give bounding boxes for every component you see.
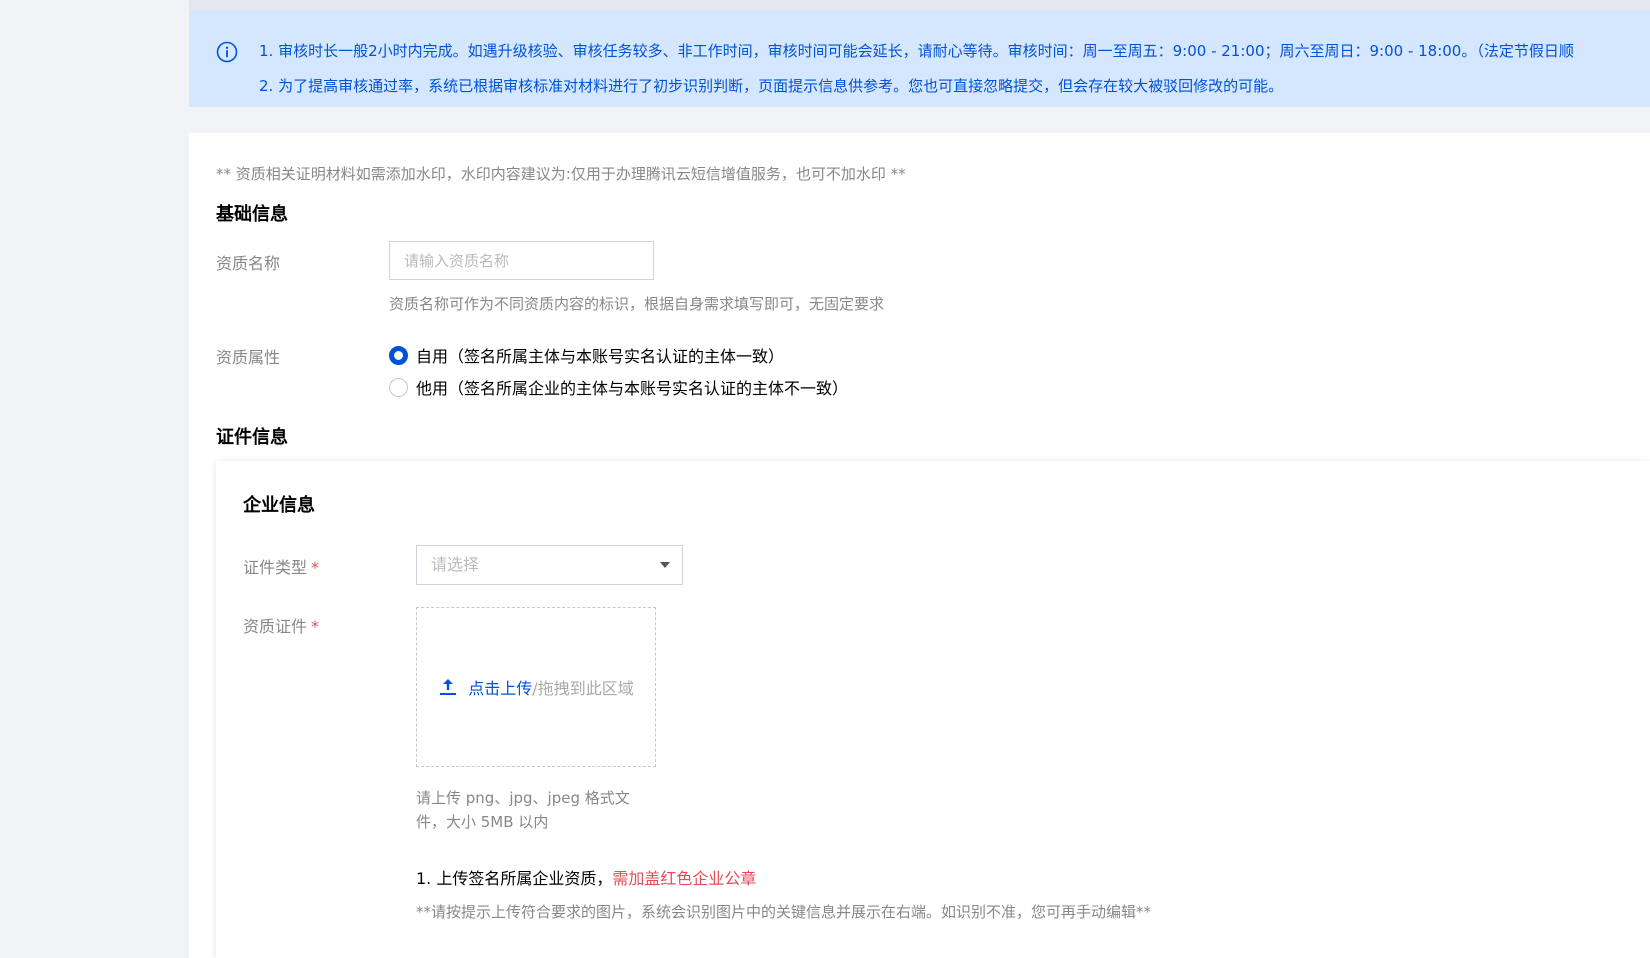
requirement-line: 1. 上传签名所属企业资质，需加盖红色企业公章 <box>416 865 756 889</box>
requirement-prefix: 1. 上传签名所属企业资质， <box>416 869 613 888</box>
qual-name-label: 资质名称 <box>216 254 281 273</box>
watermark-hint: ** 资质相关证明材料如需添加水印，水印内容建议为:仅用于办理腾讯云短信增值服务… <box>216 165 906 183</box>
radio-option-self[interactable]: 自用（签名所属主体与本账号实名认证的主体一致） <box>389 343 784 367</box>
upload-dropzone[interactable]: 点击上传/拖拽到此区域 <box>416 607 656 767</box>
required-mark: * <box>311 558 320 577</box>
cert-type-placeholder: 请选择 <box>431 555 480 574</box>
notice-line-1: 1. 审核时长一般2小时内完成。如遇升级核验、审核任务较多、非工作时间，审核时间… <box>259 42 1574 60</box>
qual-name-input[interactable] <box>389 241 654 280</box>
qual-cert-label: 资质证件 * <box>243 613 319 637</box>
upload-link[interactable]: 点击上传 <box>468 675 532 699</box>
radio-button-checked[interactable] <box>389 345 408 365</box>
required-mark: * <box>311 617 320 636</box>
company-info-title: 企业信息 <box>243 495 315 516</box>
notice-banner: 1. 审核时长一般2小时内完成。如遇升级核验、审核任务较多、非工作时间，审核时间… <box>189 10 1650 107</box>
upload-icon <box>440 679 457 695</box>
caret-down-icon <box>660 562 670 568</box>
qual-name-help: 资质名称可作为不同资质内容的标识，根据自身需求填写即可，无固定要求 <box>389 295 885 313</box>
cert-type-label-text: 证件类型 <box>243 558 308 577</box>
notice-line-2: 2. 为了提高审核通过率，系统已根据审核标准对材料进行了初步识别判断，页面提示信… <box>259 77 1284 95</box>
radio-button-unchecked[interactable] <box>389 377 408 397</box>
upload-drag-text: /拖拽到此区域 <box>532 679 634 698</box>
qual-attr-label: 资质属性 <box>216 348 281 367</box>
info-icon <box>216 41 238 63</box>
section-title-basic: 基础信息 <box>216 204 288 225</box>
radio-label-other: 他用（签名所属企业的主体与本账号实名认证的主体不一致） <box>416 379 849 398</box>
upload-tip: 请上传 png、jpg、jpeg 格式文件，大小 5MB 以内 <box>416 789 630 831</box>
section-title-cert: 证件信息 <box>216 427 288 448</box>
radio-label-self: 自用（签名所属主体与本账号实名认证的主体一致） <box>416 347 785 366</box>
radio-option-other[interactable]: 他用（签名所属企业的主体与本账号实名认证的主体不一致） <box>389 375 848 399</box>
top-strip <box>189 0 1650 10</box>
ocr-hint: **请按提示上传符合要求的图片，系统会识别图片中的关键信息并展示在右端。如识别不… <box>416 903 1152 921</box>
qual-cert-label-text: 资质证件 <box>243 617 308 636</box>
cert-type-select[interactable]: 请选择 <box>416 545 683 585</box>
cert-type-label: 证件类型 * <box>243 554 319 578</box>
form-panel: ** 资质相关证明材料如需添加水印，水印内容建议为:仅用于办理腾讯云短信增值服务… <box>189 133 1650 958</box>
company-info-card: 企业信息 证件类型 * 请选择 资质证件 * 点击上传/拖拽到此区域 请上传 png… <box>216 461 1650 958</box>
requirement-red-text: 需加盖红色企业公章 <box>612 869 757 888</box>
